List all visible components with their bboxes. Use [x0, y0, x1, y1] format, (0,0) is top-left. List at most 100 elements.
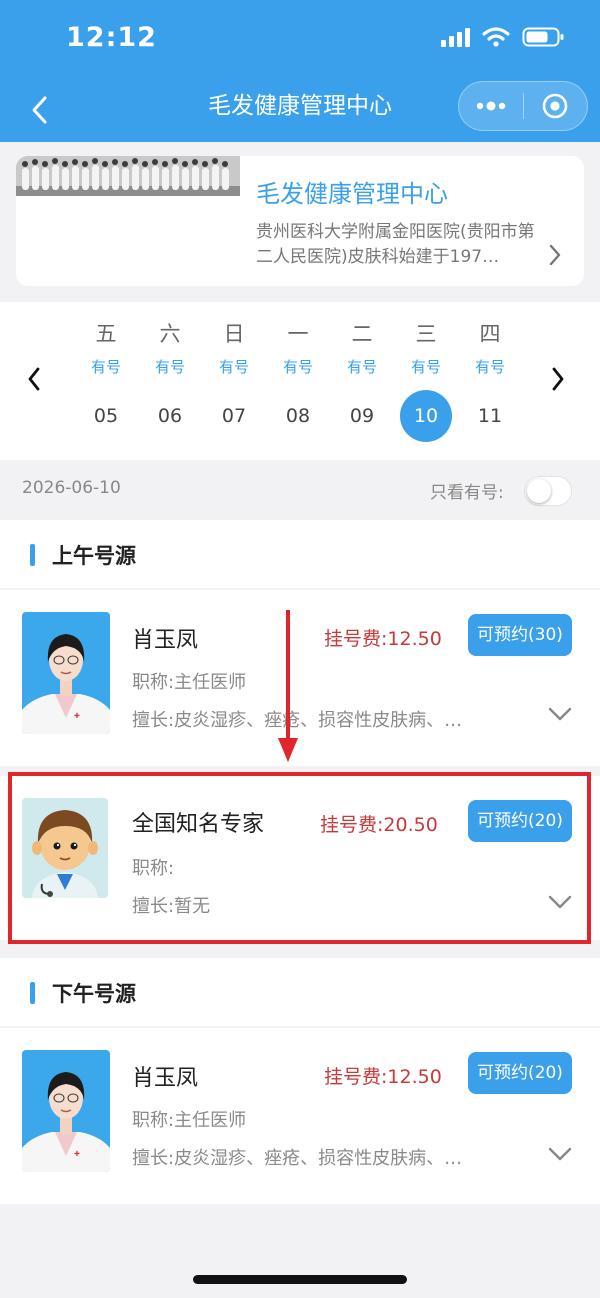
fee-label: 挂号费:: [320, 814, 384, 836]
title-label: 职称:: [132, 672, 175, 693]
svg-text:✚: ✚: [74, 1150, 80, 1158]
home-indicator: [193, 1275, 407, 1284]
calendar-day-selected[interactable]: 三 有号 10: [396, 318, 456, 442]
calendar-availability: 有号: [154, 358, 185, 376]
specialty-value: 皮炎湿疹、痤疮、损容性皮肤病、…: [174, 1148, 463, 1169]
calendar-day[interactable]: 六 有号 06: [140, 318, 200, 442]
mini-program-capsule: [458, 81, 588, 131]
calendar-availability: 有号: [90, 358, 121, 376]
close-mini-program-button[interactable]: [524, 81, 588, 131]
title-label: 职称:: [132, 858, 175, 879]
calendar-availability: 有号: [474, 358, 505, 376]
calendar-date: 11: [477, 405, 503, 427]
fee-label: 挂号费:: [324, 1066, 388, 1088]
section-title: 上午号源: [52, 544, 136, 568]
selected-date-label: 2026-06-10: [22, 478, 121, 498]
calendar-weekday: 一: [287, 322, 309, 346]
title-value: 主任医师: [174, 672, 247, 693]
calendar-weekday: 二: [351, 322, 373, 346]
calendar-weekday: 六: [159, 322, 181, 346]
calendar-date-selected: 10: [400, 390, 452, 442]
calendar-availability: 有号: [218, 358, 249, 376]
annotation-arrow: [278, 610, 298, 762]
fee-amount: 20.50: [383, 814, 438, 836]
previous-week-button[interactable]: [20, 364, 48, 394]
book-appointment-button[interactable]: 可预约(20): [468, 1052, 572, 1094]
doctor-specialty: 擅长:皮炎湿疹、痤疮、损容性皮肤病、…: [132, 1144, 462, 1170]
chevron-right-icon: [549, 244, 561, 266]
wifi-icon: [482, 27, 510, 47]
chevron-down-icon[interactable]: [548, 1146, 572, 1162]
calendar-weekday: 三: [415, 322, 437, 346]
doctor-title: 职称:: [132, 854, 174, 880]
calendar-weekday: 五: [95, 322, 117, 346]
doctor-name: 肖玉凤: [132, 1066, 199, 1091]
calendar-weekday: 四: [479, 322, 501, 346]
doctor-name: 全国知名专家: [132, 812, 265, 837]
nav-bar: 毛发健康管理中心: [0, 80, 600, 142]
fee-amount: 12.50: [387, 1066, 442, 1088]
doctor-name: 肖玉凤: [132, 628, 199, 653]
calendar-day[interactable]: 五 有号 05: [76, 318, 136, 442]
svg-text:✚: ✚: [74, 712, 80, 720]
calendar-availability: 有号: [282, 358, 313, 376]
doctor-specialty: 擅长:暂无: [132, 892, 210, 918]
calendar-date: 09: [349, 405, 375, 427]
specialty-label: 擅长:: [132, 710, 175, 731]
calendar-day[interactable]: 一 有号 08: [268, 318, 328, 442]
morning-section-header: 上午号源: [0, 520, 600, 588]
cartoon-avatar: [22, 798, 108, 898]
signal-icon: [441, 28, 470, 47]
calendar-day[interactable]: 四 有号 11: [460, 318, 520, 442]
filter-row: 2026-06-10 只看有号:: [0, 460, 600, 518]
section-title: 下午号源: [52, 982, 136, 1006]
doctor-avatar: ✚: [22, 612, 110, 734]
date-selector: 五 有号 05 六 有号 06 日 有号 07 一 有号 08 二 有号 09 …: [0, 302, 600, 460]
department-name: 毛发健康管理中心: [256, 180, 448, 208]
chevron-right-icon: [552, 367, 564, 391]
department-team-photo: [16, 156, 240, 196]
title-value: 主任医师: [174, 1110, 247, 1131]
chevron-left-icon: [28, 367, 40, 391]
calendar-day[interactable]: 日 有号 07: [204, 318, 264, 442]
section-accent-bar: [30, 982, 35, 1004]
status-icons: [440, 26, 564, 48]
next-week-button[interactable]: [544, 364, 572, 394]
specialty-value: 皮炎湿疹、痤疮、损容性皮肤病、…: [174, 710, 463, 731]
calendar-availability: 有号: [410, 358, 441, 376]
department-banner[interactable]: 毛发健康管理中心 贵州医科大学附属金阳医院(贵阳市第二人民医院)皮肤科始建于19…: [16, 156, 584, 286]
registration-fee: 挂号费:12.50: [324, 1062, 442, 1089]
more-dots-icon: [476, 101, 505, 111]
status-time: 12:12: [66, 22, 157, 53]
afternoon-section-header: 下午号源: [0, 958, 600, 1026]
toggle-knob: [527, 479, 551, 503]
doctor-card[interactable]: 全国知名专家 挂号费:20.50 可预约(20) 职称: 擅长:暂无: [0, 776, 600, 940]
chevron-down-icon[interactable]: [548, 894, 572, 910]
doctor-title: 职称:主任医师: [132, 668, 246, 694]
calendar-date: 05: [93, 405, 119, 427]
only-available-label: 只看有号:: [430, 483, 504, 503]
more-button[interactable]: [459, 81, 523, 131]
calendar-date: 06: [157, 405, 183, 427]
book-appointment-button[interactable]: 可预约(30): [468, 614, 572, 656]
target-icon: [542, 93, 568, 119]
specialty-label: 擅长:: [132, 1148, 175, 1169]
doctor-card[interactable]: ✚ 肖玉凤 挂号费:12.50 可预约(30) 职称:主任医师 擅长:皮炎湿疹、…: [0, 590, 600, 766]
chevron-down-icon[interactable]: [548, 706, 572, 722]
status-bar: 12:12: [0, 0, 600, 80]
doctor-avatar: ✚: [22, 1050, 110, 1172]
fee-amount: 12.50: [387, 628, 442, 650]
book-appointment-button[interactable]: 可预约(20): [468, 800, 572, 842]
specialty-value: 暂无: [174, 896, 211, 917]
specialty-label: 擅长:: [132, 896, 175, 917]
department-description: 贵州医科大学附属金阳医院(贵阳市第二人民医院)皮肤科始建于197…: [256, 222, 535, 267]
calendar-date: 07: [221, 405, 247, 427]
doctor-title: 职称:主任医师: [132, 1106, 246, 1132]
calendar-day[interactable]: 二 有号 09: [332, 318, 392, 442]
calendar-availability: 有号: [346, 358, 377, 376]
fee-label: 挂号费:: [324, 628, 388, 650]
doctor-card[interactable]: ✚ 肖玉凤 挂号费:12.50 可预约(20) 职称:主任医师 擅长:皮炎湿疹、…: [0, 1028, 600, 1204]
only-available-toggle[interactable]: [524, 476, 572, 506]
calendar-date: 08: [285, 405, 311, 427]
section-accent-bar: [30, 544, 35, 566]
